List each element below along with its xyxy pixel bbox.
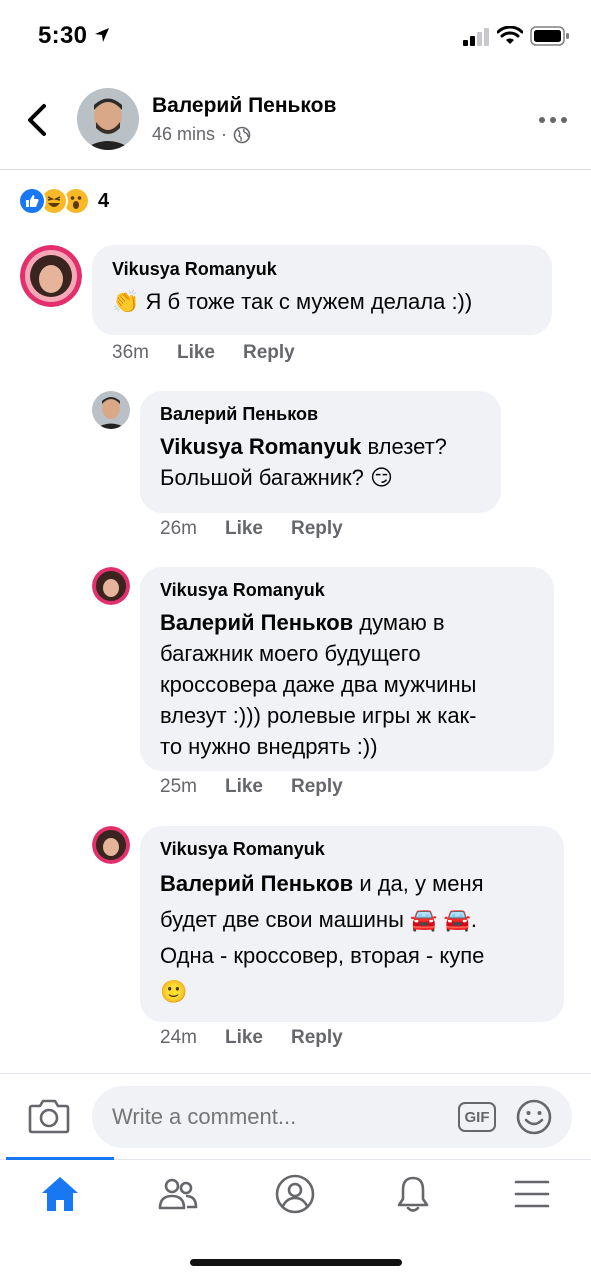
tab-notifications[interactable] — [383, 1172, 443, 1216]
menu-icon — [514, 1180, 550, 1208]
status-time: 5:30 — [38, 22, 88, 49]
commenter-avatar[interactable] — [20, 245, 82, 307]
active-tab-indicator — [6, 1157, 114, 1160]
comment-bubble[interactable]: Валерий Пеньков Vikusya Romanyuk влезет?… — [140, 391, 501, 513]
tab-profile[interactable] — [265, 1172, 325, 1216]
like-button[interactable]: Like — [225, 518, 263, 540]
home-icon — [42, 1177, 78, 1211]
like-button[interactable]: Like — [225, 1027, 263, 1049]
comment-time[interactable]: 36m — [112, 342, 149, 364]
friends-icon — [158, 1178, 198, 1210]
comment-text: Валерий Пеньков думаю в багажник моего б… — [160, 610, 477, 759]
reply-button[interactable]: Reply — [291, 776, 343, 798]
location-arrow-icon — [95, 28, 109, 42]
commenter-avatar[interactable] — [92, 567, 130, 605]
profile-icon — [275, 1174, 315, 1214]
comment-author[interactable]: Vikusya Romanyuk — [160, 839, 544, 860]
comment-author[interactable]: Vikusya Romanyuk — [160, 580, 534, 601]
camera-icon[interactable] — [28, 1096, 70, 1136]
like-reaction-icon — [18, 187, 46, 215]
comment-composer: GIF — [0, 1073, 591, 1159]
like-button[interactable]: Like — [225, 776, 263, 798]
back-button[interactable] — [22, 102, 52, 138]
author-avatar[interactable] — [77, 88, 139, 150]
commenter-avatar[interactable] — [92, 391, 130, 429]
comment-text: 👏 Я б тоже так с мужем делала :)) — [112, 289, 473, 314]
comment-actions: 25m Like Reply — [160, 776, 343, 798]
emoji-button[interactable] — [516, 1099, 552, 1135]
comment-bubble[interactable]: Vikusya Romanyuk Валерий Пеньков думаю в… — [140, 567, 554, 771]
mention-link[interactable]: Валерий Пеньков — [160, 871, 353, 896]
meta-separator: · — [221, 124, 228, 144]
reactions-summary[interactable]: 4 — [18, 186, 109, 216]
reply-button[interactable]: Reply — [291, 1027, 343, 1049]
tab-menu[interactable] — [502, 1172, 562, 1216]
mention-link[interactable]: Валерий Пеньков — [160, 610, 353, 635]
more-options-button[interactable] — [538, 114, 568, 126]
comment-text: Валерий Пеньков и да, у меня будет две с… — [160, 871, 485, 1004]
post-meta: 46 mins · — [152, 124, 251, 145]
status-bar: 5:30 — [0, 0, 591, 72]
clapping-emoji: 👏 — [112, 289, 140, 314]
comment-input[interactable] — [92, 1086, 572, 1148]
mention-link[interactable]: Vikusya Romanyuk — [160, 434, 361, 459]
commenter-avatar[interactable] — [92, 826, 130, 864]
comment-time[interactable]: 26m — [160, 518, 197, 540]
home-indicator — [190, 1259, 402, 1266]
car-emoji: 🚘 🚘 — [410, 907, 471, 932]
comment-time[interactable]: 25m — [160, 776, 197, 798]
comment-time[interactable]: 24m — [160, 1027, 197, 1049]
comment-author[interactable]: Валерий Пеньков — [160, 404, 481, 425]
tab-home[interactable] — [30, 1172, 90, 1216]
cellular-signal-icon — [463, 28, 489, 46]
reply-button[interactable]: Reply — [243, 342, 295, 364]
author-name[interactable]: Валерий Пеньков — [152, 94, 336, 118]
reply-button[interactable]: Reply — [291, 518, 343, 540]
gif-button[interactable]: GIF — [458, 1102, 496, 1132]
comment-bubble[interactable]: Vikusya Romanyuk 👏 Я б тоже так с мужем … — [92, 245, 552, 335]
comment-author[interactable]: Vikusya Romanyuk — [112, 259, 532, 280]
comment-bubble[interactable]: Vikusya Romanyuk Валерий Пеньков и да, у… — [140, 826, 564, 1022]
comment-text: Vikusya Romanyuk влезет? Большой багажни… — [160, 434, 447, 490]
comment-actions: 36m Like Reply — [112, 342, 295, 364]
smile-emoji: 🙂 — [160, 979, 188, 1004]
comment-actions: 26m Like Reply — [160, 518, 343, 540]
wifi-icon — [497, 26, 523, 44]
globe-icon — [233, 126, 251, 143]
battery-icon — [530, 26, 569, 46]
notifications-icon — [397, 1176, 429, 1212]
post-time[interactable]: 46 mins — [152, 124, 215, 145]
tab-friends[interactable] — [148, 1172, 208, 1216]
comment-actions: 24m Like Reply — [160, 1027, 343, 1049]
post-header: Валерий Пеньков 46 mins · — [0, 72, 591, 170]
reaction-count: 4 — [98, 189, 110, 212]
smirk-emoji: 😏 — [370, 465, 393, 490]
like-button[interactable]: Like — [177, 342, 215, 364]
